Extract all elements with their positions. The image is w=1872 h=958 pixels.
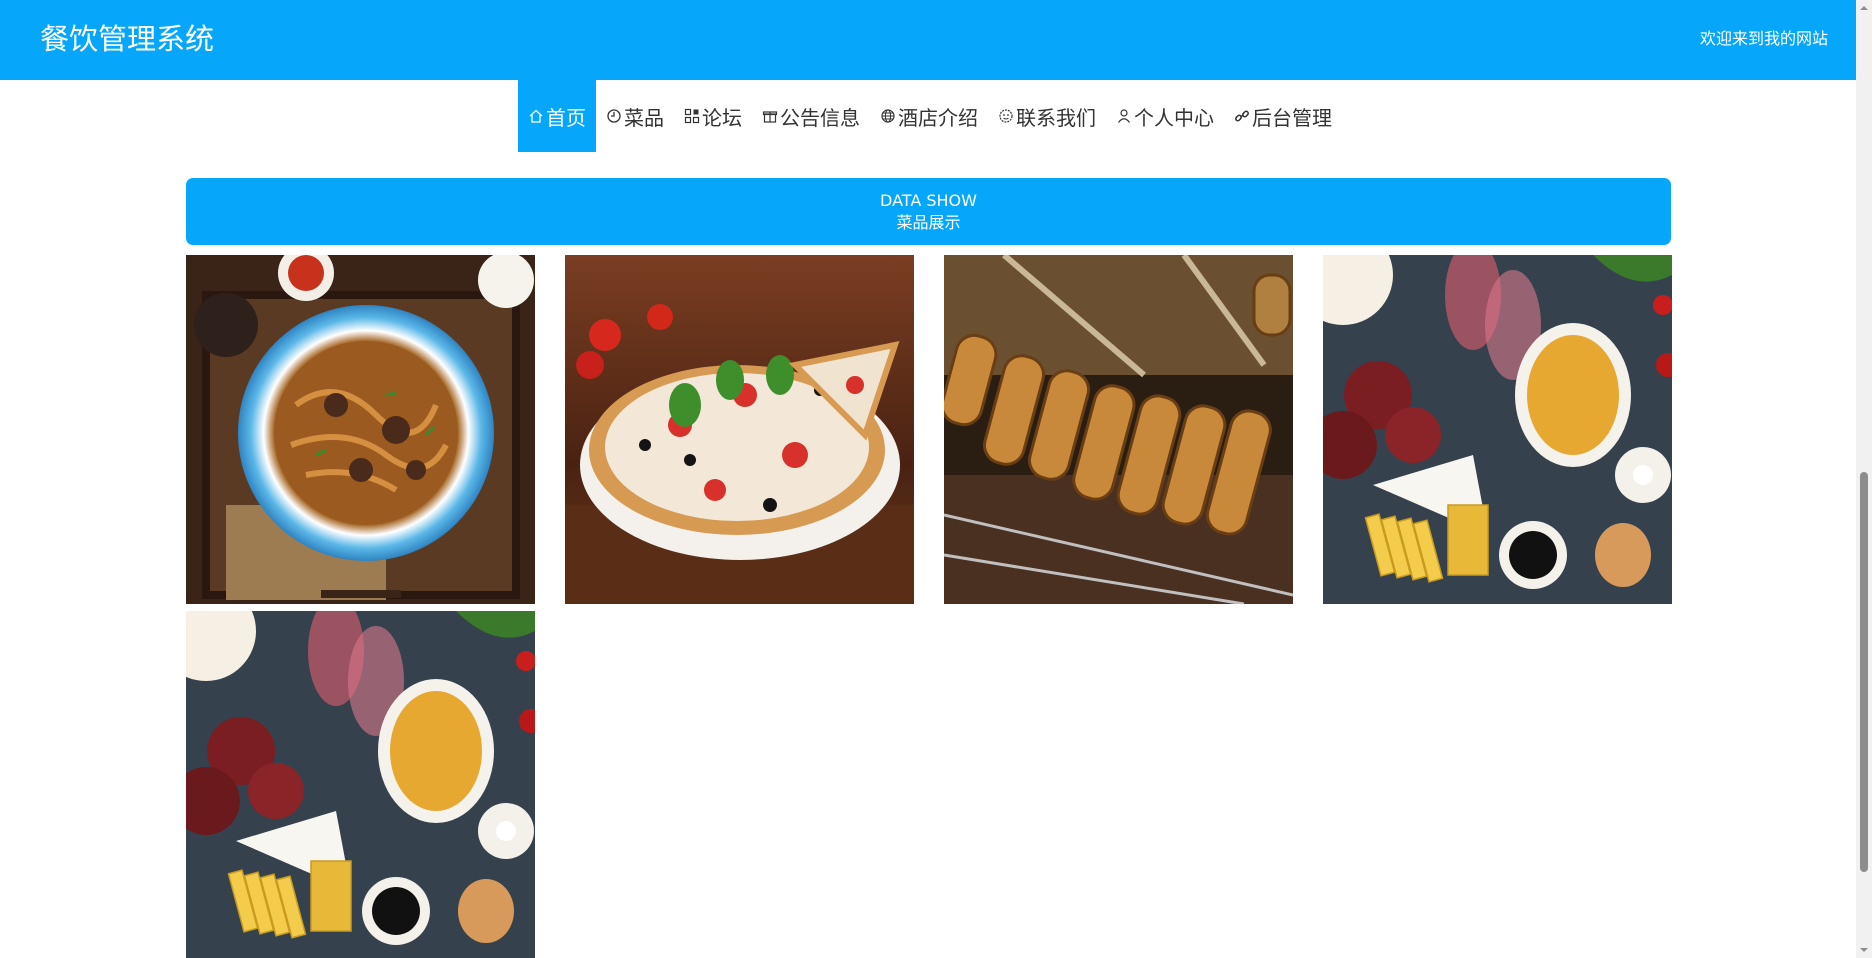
smile-icon — [998, 108, 1014, 124]
dish-card[interactable] — [565, 255, 914, 604]
nav-label: 菜品 — [624, 105, 664, 130]
clock-icon — [606, 108, 622, 124]
dish-card[interactable] — [186, 255, 535, 604]
pizza-slice-photo — [565, 255, 914, 604]
scroll-up-icon[interactable] — [1860, 4, 1868, 12]
nav-item-dishes[interactable]: 菜品 — [596, 80, 674, 152]
nav-item-home[interactable]: 首页 — [518, 80, 596, 152]
nav-label: 联系我们 — [1016, 105, 1096, 130]
dish-card[interactable] — [186, 611, 535, 958]
scrollbar-thumb[interactable] — [1860, 472, 1868, 872]
nav-label: 后台管理 — [1252, 105, 1332, 130]
nav-label: 个人中心 — [1134, 105, 1214, 130]
section-title-cn: 菜品展示 — [896, 213, 961, 232]
home-icon — [528, 108, 544, 124]
nav-item-forum[interactable]: 论坛 — [674, 80, 752, 152]
cheese-charcuterie-platter-photo — [186, 611, 535, 958]
nav-item-notice[interactable]: 公告信息 — [752, 80, 870, 152]
globe-icon — [880, 108, 896, 124]
nav-label: 公告信息 — [780, 105, 860, 130]
dish-card[interactable] — [1323, 255, 1672, 604]
top-header: 餐饮管理系统 欢迎来到我的网站 — [0, 0, 1856, 80]
nav-label: 论坛 — [702, 105, 742, 130]
dish-card[interactable] — [944, 255, 1293, 604]
welcome-text: 欢迎来到我的网站 — [1699, 29, 1828, 48]
section-title-en: DATA SHOW — [880, 191, 977, 210]
nav-label: 酒店介绍 — [898, 105, 978, 130]
grid-icon — [684, 108, 700, 124]
scrollbar[interactable] — [1856, 0, 1872, 958]
nav-item-hotel[interactable]: 酒店介绍 — [870, 80, 988, 152]
nav-item-profile[interactable]: 个人中心 — [1106, 80, 1224, 152]
noodles-with-beef-photo — [186, 255, 535, 604]
nav-item-admin[interactable]: 后台管理 — [1224, 80, 1342, 152]
nav-item-contact[interactable]: 联系我们 — [988, 80, 1106, 152]
section-header: DATA SHOW 菜品展示 — [186, 178, 1671, 245]
link-icon — [1234, 108, 1250, 124]
gift-icon — [762, 108, 778, 124]
grilled-skewers-photo — [944, 255, 1293, 604]
nav-label: 首页 — [546, 105, 586, 130]
main-nav: 首页 菜品 论坛 公告信息 酒店介绍 联系我们 个人中心 后台管理 — [518, 80, 1342, 152]
site-brand[interactable]: 餐饮管理系统 — [40, 20, 214, 58]
scroll-down-icon[interactable] — [1860, 946, 1868, 954]
user-icon — [1116, 108, 1132, 124]
cheese-charcuterie-platter-photo — [1323, 255, 1672, 604]
